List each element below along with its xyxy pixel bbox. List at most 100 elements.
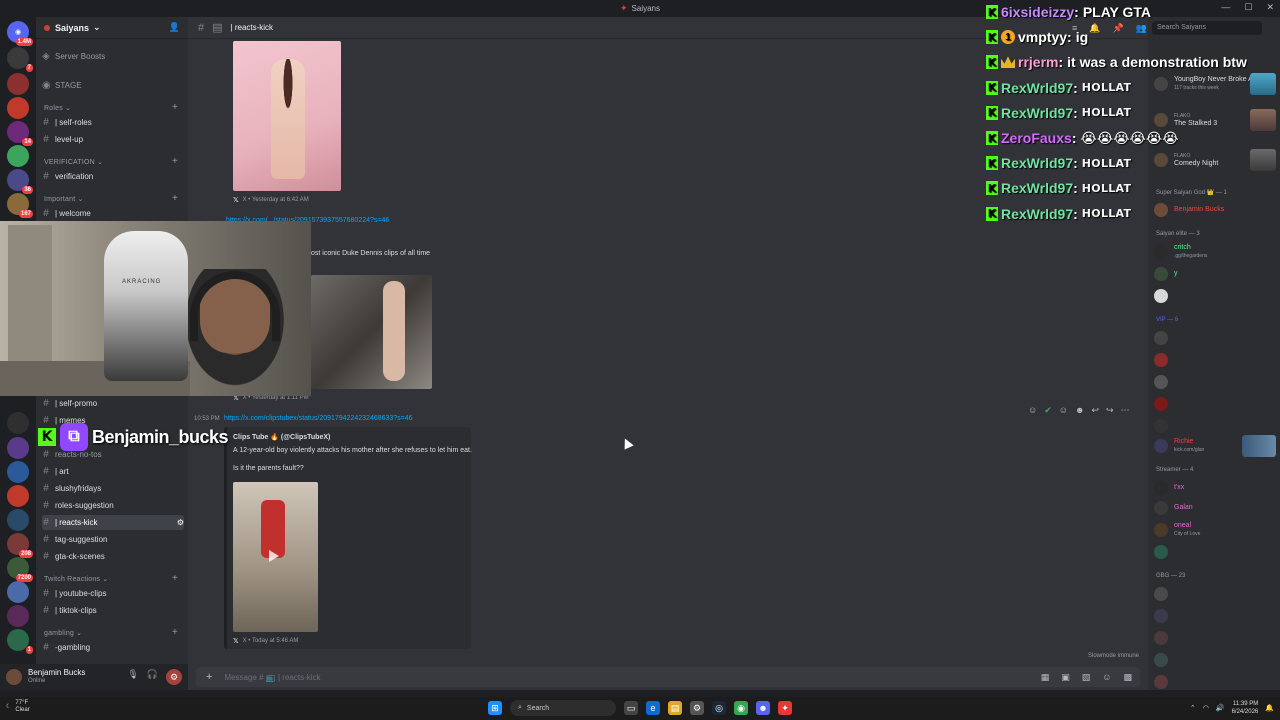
channel-roles-suggestion[interactable]: # roles-suggestion	[42, 498, 184, 513]
server-icon[interactable]	[7, 461, 29, 483]
member-row[interactable]	[1154, 629, 1278, 647]
server-icon[interactable]	[7, 437, 29, 459]
server-icon[interactable]	[7, 145, 29, 167]
member-row[interactable]	[1154, 543, 1278, 561]
server-header[interactable]: Saiyans ⌄ 👤	[36, 17, 188, 39]
member-row[interactable]: Benjamin Bucks	[1154, 201, 1278, 219]
minimize-icon[interactable]: —	[1221, 2, 1230, 13]
message-input-bar[interactable]: + Message # 📺 | reacts-kick ▦ ▣ ▧ ☺ ▩	[196, 667, 1140, 687]
add-user-icon[interactable]: 👤	[169, 22, 180, 33]
embed-video-thumbnail[interactable]	[233, 482, 318, 632]
member-row[interactable]: t'xx	[1154, 479, 1278, 497]
user-info[interactable]: Benjamin Bucks Online	[28, 668, 85, 686]
server-icon[interactable]	[7, 412, 29, 434]
member-row[interactable]	[1154, 607, 1278, 625]
server-icon[interactable]	[7, 509, 29, 531]
avatar[interactable]	[6, 669, 22, 685]
chrome-icon[interactable]: ◉	[734, 701, 748, 715]
member-row[interactable]: Galan	[1154, 499, 1278, 517]
message-link[interactable]: https://x.com/clipstubex/status/20917942…	[224, 415, 413, 422]
settings-gear-icon[interactable]: ⚙	[177, 518, 184, 527]
member-row[interactable]	[1154, 651, 1278, 669]
server-boosts-item[interactable]: ◈ Server Boosts	[42, 49, 184, 64]
add-channel-icon[interactable]: +	[172, 193, 178, 204]
dm-home-icon[interactable]: ◉ 1.4M	[7, 21, 33, 46]
discord-icon[interactable]: ☻	[756, 701, 770, 715]
taskbar-search[interactable]: ⌕ Search	[510, 700, 616, 716]
category-gambling[interactable]: gambling ⌄ +	[44, 627, 178, 638]
channel-level-up[interactable]: # level-up	[42, 132, 184, 147]
channel-art[interactable]: # | art	[42, 464, 184, 479]
channel-tiktok-clips[interactable]: # | tiktok-clips	[42, 603, 184, 618]
user-settings-gear-icon[interactable]: ⚙	[166, 669, 182, 685]
channel-tag-suggestion[interactable]: # tag-suggestion	[42, 532, 184, 547]
category-important[interactable]: Important ⌄ +	[44, 193, 178, 204]
reaction-check-icon[interactable]: ✔	[1044, 405, 1052, 416]
channel-gta-ck-scenes[interactable]: # gta-ck-scenes	[42, 549, 184, 564]
more-options-icon[interactable]: ⋯	[1121, 405, 1130, 416]
gif-icon[interactable]: ▣	[1061, 672, 1070, 683]
close-icon[interactable]: ✕	[1266, 2, 1274, 13]
add-reaction-icon[interactable]: ☻	[1075, 405, 1084, 415]
file-explorer-icon[interactable]: ▤	[668, 701, 682, 715]
channel-self-promo[interactable]: # | self-promo	[42, 396, 184, 411]
category-roles[interactable]: Roles ⌄ +	[44, 102, 178, 113]
pin-icon[interactable]: 📌	[1112, 23, 1123, 34]
channel-gambling[interactable]: # -gambling	[42, 640, 184, 655]
settings-icon[interactable]: ⚙	[690, 701, 704, 715]
channel-verification[interactable]: # verification	[42, 169, 184, 184]
weather-widget[interactable]: ☾ 77°F Clear	[6, 700, 30, 714]
channel-reacts-kick[interactable]: # | reacts-kick ⚙	[42, 515, 184, 530]
attachment-image[interactable]	[233, 41, 341, 191]
member-row[interactable]	[1154, 373, 1278, 391]
category-twitch-reactions[interactable]: Twitch Reactions ⌄ +	[44, 573, 178, 584]
sticker-icon[interactable]: ▧	[1082, 672, 1091, 683]
server-icon[interactable]: 36	[7, 169, 33, 194]
maximize-icon[interactable]: ☐	[1244, 2, 1252, 13]
stage-item[interactable]: ◉ STAGE	[42, 78, 184, 93]
add-channel-icon[interactable]: +	[172, 573, 178, 584]
edge-icon[interactable]: e	[646, 701, 660, 715]
apps-icon[interactable]: ▩	[1123, 672, 1132, 683]
notifications-icon[interactable]: 🔔	[1265, 704, 1274, 712]
server-icon[interactable]: 167	[7, 193, 33, 218]
reaction-emoji-icon[interactable]: ☺	[1028, 405, 1037, 415]
server-icon[interactable]	[7, 485, 29, 507]
windows-start-icon[interactable]: ⊞	[488, 701, 502, 715]
server-icon[interactable]	[7, 97, 29, 119]
emoji-icon[interactable]: ☺	[1102, 672, 1111, 683]
tray-chevron-icon[interactable]: ⌃	[1190, 704, 1196, 712]
member-row[interactable]	[1154, 417, 1278, 435]
members-icon[interactable]: 👥	[1136, 23, 1147, 34]
notification-bell-icon[interactable]: 🔔	[1089, 23, 1100, 34]
gift-icon[interactable]: ▦	[1041, 672, 1050, 683]
attach-plus-icon[interactable]: +	[206, 671, 212, 683]
play-icon[interactable]	[269, 550, 279, 562]
add-channel-icon[interactable]: +	[172, 102, 178, 113]
server-icon[interactable]	[7, 605, 29, 627]
reaction-emoji-icon[interactable]: ☺	[1059, 405, 1068, 415]
embed-author[interactable]: Clips Tube 🔥 (@ClipsTubeX)	[233, 433, 330, 441]
reply-icon[interactable]: ↩	[1091, 405, 1099, 416]
channel-self-roles[interactable]: # | self-roles	[42, 115, 184, 130]
steam-icon[interactable]: ◎	[712, 701, 726, 715]
member-row[interactable]: oneal City of Love	[1154, 521, 1278, 539]
channel-slushyfridays[interactable]: # slushyfridays	[42, 481, 184, 496]
task-view-icon[interactable]: ▭	[624, 701, 638, 715]
headphones-icon[interactable]: 🎧	[147, 669, 158, 685]
volume-icon[interactable]: 🔊	[1216, 704, 1225, 712]
forward-icon[interactable]: ↪	[1106, 405, 1114, 416]
server-icon[interactable]: 1	[7, 629, 33, 654]
server-icon[interactable]: 208	[7, 533, 33, 558]
member-row[interactable]	[1154, 585, 1278, 603]
server-icon[interactable]: 14	[7, 121, 33, 146]
message-input[interactable]: Message # 📺 | reacts-kick	[224, 673, 320, 682]
channel-welcome[interactable]: # | welcome	[42, 206, 184, 221]
server-icon[interactable]: 7200	[7, 557, 33, 582]
category-verification[interactable]: VERIFICATION ⌄ +	[44, 156, 178, 167]
member-row[interactable]: y	[1154, 265, 1278, 283]
member-row[interactable]: critch .gg/thegardens	[1154, 243, 1278, 261]
member-row[interactable]	[1154, 351, 1278, 369]
server-icon[interactable]	[7, 581, 29, 603]
channel-youtube-clips[interactable]: # | youtube-clips	[42, 586, 184, 601]
